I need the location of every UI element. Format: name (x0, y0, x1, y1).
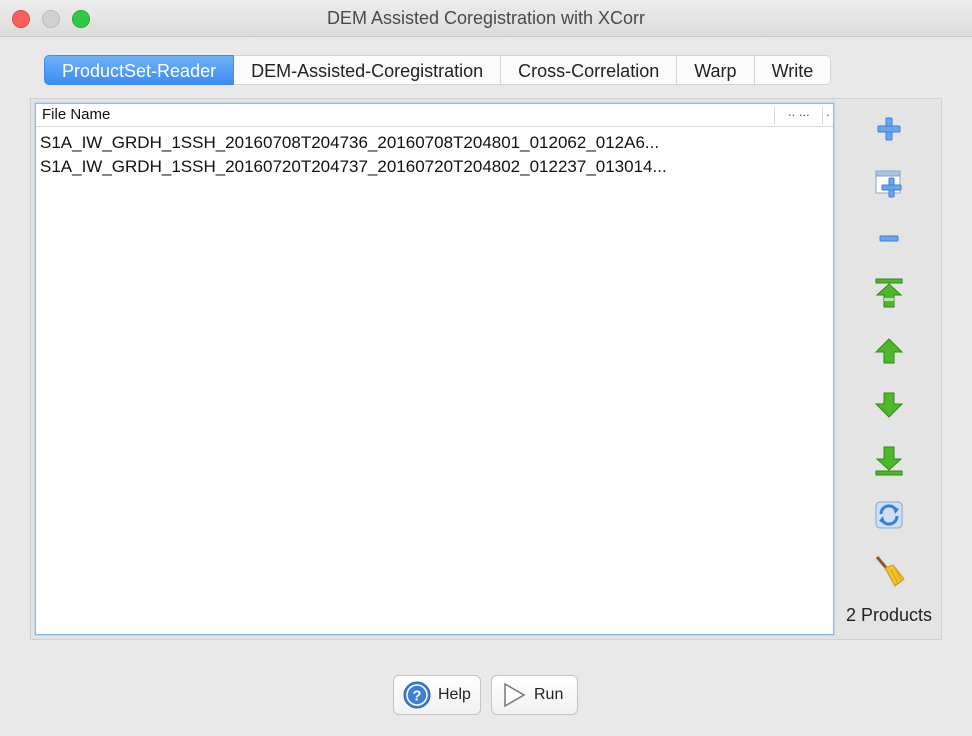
list-action-toolbar: 2 Products (837, 99, 941, 639)
remove-icon (879, 235, 899, 242)
window-title: DEM Assisted Coregistration with XCorr (326, 8, 646, 28)
refresh-button[interactable] (871, 497, 907, 533)
broom-icon (875, 556, 905, 587)
product-count-label: 2 Products (845, 605, 933, 625)
move-bottom-icon (875, 446, 903, 476)
title-bar: DEM Assisted Coregistration with XCorr (0, 0, 972, 37)
table-header: File Name .. ... . (36, 104, 833, 127)
tab-dem-assisted-coregistration[interactable]: DEM-Assisted-Coregistration (234, 55, 502, 85)
move-top-button[interactable] (871, 275, 907, 311)
product-file-list[interactable]: File Name .. ... . S1A_IW_GRDH_1SSH_2016… (35, 103, 834, 635)
svg-text:?: ? (412, 688, 421, 705)
column-divider (774, 106, 775, 124)
tab-bar: ProductSet-Reader DEM-Assisted-Coregistr… (44, 55, 832, 85)
tab-productset-reader[interactable]: ProductSet-Reader (44, 55, 235, 85)
run-button-label: Run (534, 686, 564, 703)
move-top-icon (875, 278, 903, 308)
add-opened-button[interactable] (871, 165, 907, 201)
move-down-button[interactable] (871, 387, 907, 423)
add-icon (877, 117, 901, 141)
table-row[interactable]: S1A_IW_GRDH_1SSH_20160720T204737_2016072… (36, 155, 833, 179)
clear-button[interactable] (871, 553, 907, 589)
add-button[interactable] (871, 111, 907, 147)
column-header-file-name[interactable]: File Name (42, 104, 110, 126)
tab-write[interactable]: Write (754, 55, 832, 85)
column-divider (822, 106, 823, 124)
move-bottom-button[interactable] (871, 443, 907, 479)
tab-warp[interactable]: Warp (677, 55, 755, 85)
help-button[interactable]: ? Help (393, 675, 481, 715)
table-row[interactable]: S1A_IW_GRDH_1SSH_20160708T204736_2016070… (36, 131, 833, 155)
remove-button[interactable] (871, 221, 907, 257)
tab-cross-correlation[interactable]: Cross-Correlation (501, 55, 678, 85)
help-button-label: Help (438, 686, 471, 703)
move-down-icon (874, 392, 904, 418)
play-icon (504, 682, 526, 708)
column-header-extra[interactable]: . (826, 101, 830, 123)
tab-content-panel: File Name .. ... . S1A_IW_GRDH_1SSH_2016… (30, 98, 942, 640)
add-opened-icon (875, 170, 902, 198)
run-button[interactable]: Run (491, 675, 578, 715)
move-up-icon (874, 338, 904, 364)
help-icon: ? (403, 681, 431, 709)
move-up-button[interactable] (871, 333, 907, 369)
column-header-more[interactable]: .. ... (788, 101, 810, 123)
refresh-icon (875, 501, 903, 529)
